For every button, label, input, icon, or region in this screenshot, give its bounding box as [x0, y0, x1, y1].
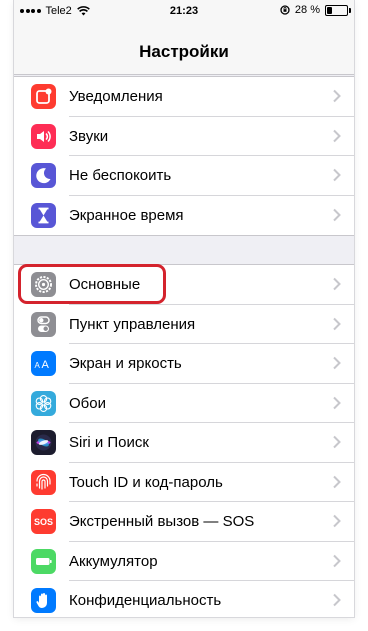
settings-item-wallpaper[interactable]: Обои — [14, 384, 354, 423]
hand-icon — [31, 588, 56, 613]
status-right: 28 % — [280, 4, 351, 16]
settings-item-notifications[interactable]: Уведомления — [14, 77, 354, 117]
settings-item-battery[interactable]: Аккумулятор — [14, 542, 354, 581]
chevron-right-icon — [333, 89, 341, 103]
battery-icon — [325, 4, 351, 16]
flower-icon — [31, 390, 56, 416]
settings-item-label: Touch ID и код-пароль — [69, 473, 223, 491]
page-title: Настройки — [139, 42, 229, 61]
settings-item-label: Уведомления — [69, 88, 163, 105]
chevron-right-icon — [333, 317, 341, 330]
navigation-bar: Настройки — [14, 22, 354, 75]
sos-icon: SOS — [31, 509, 56, 534]
battery-icon — [31, 548, 56, 574]
fingerprint-icon — [31, 469, 56, 495]
settings-item-sounds[interactable]: Звуки — [14, 117, 354, 156]
settings-item-touch-id[interactable]: Touch ID и код-пароль — [14, 463, 354, 502]
status-bar: Tele2 21:23 28 % — [14, 0, 354, 22]
chevron-right-icon — [333, 129, 341, 142]
settings-item-label: Экстренный вызов — SOS — [69, 513, 255, 530]
battery-fill — [327, 6, 332, 14]
settings-item-label: Пункт управления — [69, 315, 196, 333]
text-size-icon: AA — [31, 351, 56, 376]
chevron-right-icon — [333, 208, 341, 221]
settings-item-screen-time[interactable]: Экранное время — [14, 196, 354, 236]
settings-group-2: Основные Пункт управления AA Экран и ярк… — [14, 264, 354, 617]
settings-item-label: Аккумулятор — [69, 552, 158, 570]
chevron-right-icon — [333, 514, 341, 528]
svg-text:A: A — [42, 359, 50, 371]
hourglass-icon — [31, 202, 56, 228]
chevron-right-icon — [333, 396, 341, 409]
chevron-right-icon — [333, 356, 341, 370]
settings-item-sos[interactable]: SOS Экстренный вызов — SOS — [14, 502, 354, 542]
settings-item-label: Обои — [69, 394, 106, 412]
chevron-right-icon — [333, 435, 341, 449]
settings-item-privacy[interactable]: Конфиденциальность — [14, 581, 354, 617]
settings-item-label: Не беспокоить — [69, 167, 172, 184]
settings-item-label: Siri и Поиск — [69, 434, 149, 451]
settings-item-label: Экранное время — [69, 206, 184, 224]
moon-icon — [31, 163, 56, 188]
sos-icon-text: SOS — [33, 516, 53, 527]
chevron-right-icon — [333, 277, 341, 291]
chevron-right-icon — [333, 554, 341, 567]
chevron-right-icon — [333, 475, 341, 488]
speaker-icon — [31, 123, 56, 149]
settings-item-label: Экран и яркость — [69, 355, 182, 372]
switches-icon — [31, 311, 56, 337]
highlight-box — [18, 264, 166, 304]
settings-item-label: Конфиденциальность — [69, 592, 222, 609]
phone-screen: Tele2 21:23 28 % Настройки Уведомления З… — [14, 0, 354, 617]
settings-item-do-not-disturb[interactable]: Не беспокоить — [14, 156, 354, 196]
chevron-right-icon — [333, 168, 341, 182]
settings-item-display[interactable]: AA Экран и яркость — [14, 344, 354, 384]
settings-group-1: Уведомления Звуки Не беспокоить Экранное — [14, 76, 354, 236]
chevron-right-icon — [333, 593, 341, 607]
battery-percent: 28 % — [294, 4, 320, 16]
rotation-lock-icon — [280, 5, 290, 15]
siri-icon — [31, 430, 56, 455]
settings-item-control-center[interactable]: Пункт управления — [14, 305, 354, 344]
settings-item-label: Звуки — [69, 127, 109, 145]
settings-item-siri[interactable]: Siri и Поиск — [14, 423, 354, 463]
svg-text:A: A — [35, 361, 41, 370]
notifications-icon — [31, 84, 56, 109]
